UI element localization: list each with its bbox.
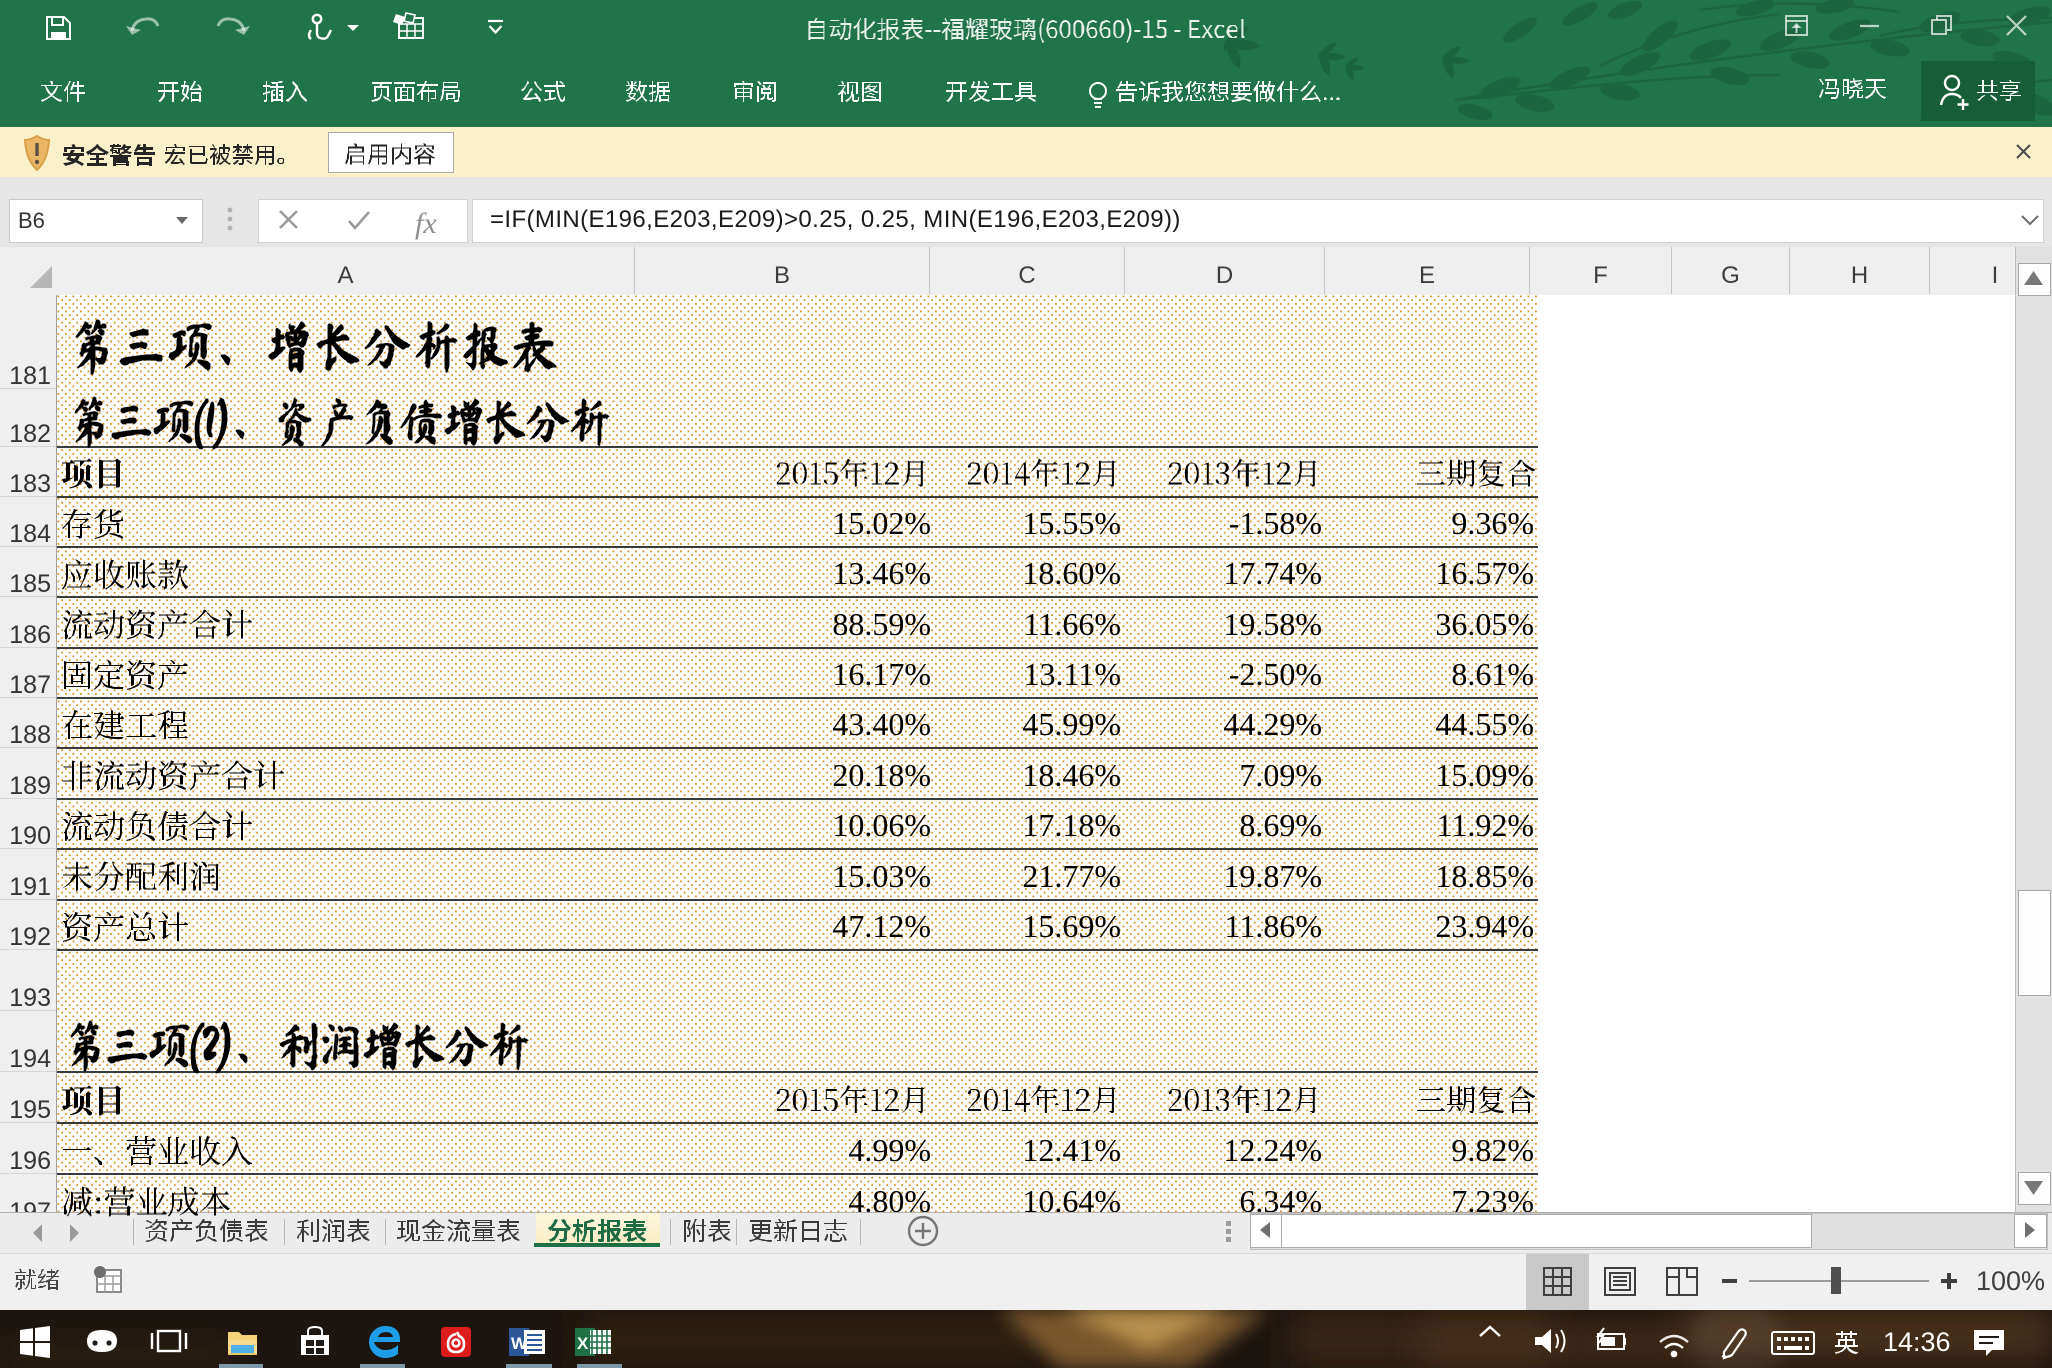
svg-text:fx: fx	[415, 207, 437, 240]
